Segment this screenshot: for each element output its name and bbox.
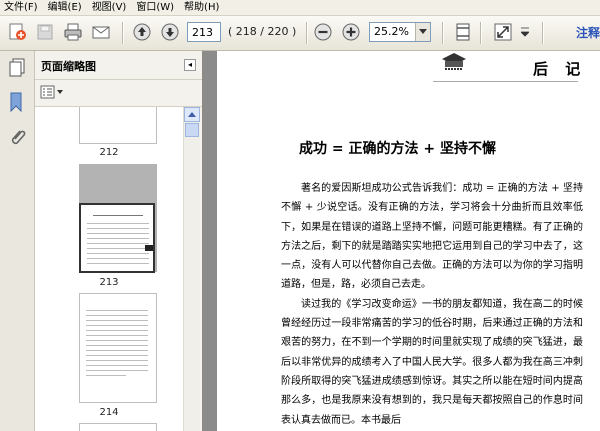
collapse-panel-button[interactable]: ◂ bbox=[184, 59, 196, 71]
thumbnail-page[interactable] bbox=[79, 423, 157, 431]
fit-page-icon bbox=[456, 23, 470, 41]
document-view[interactable]: 后 记 成功 = 正确的方法 + 坚持不懈 著名的爱因斯坦成功公式告诉我们：成功… bbox=[203, 51, 600, 431]
comment-button[interactable]: 注释 bbox=[576, 24, 600, 41]
page-number-input[interactable]: 213 bbox=[187, 22, 221, 42]
previous-page-button[interactable] bbox=[131, 21, 153, 43]
print-button[interactable] bbox=[62, 21, 84, 43]
save-icon bbox=[37, 24, 53, 40]
thumbnail-scrollbar[interactable] bbox=[183, 107, 200, 431]
save-button[interactable] bbox=[34, 21, 56, 43]
page-gutter bbox=[203, 51, 217, 431]
menu-file[interactable]: 文件(F) bbox=[0, 0, 44, 15]
body-text: 著名的爱因斯坦成功公式告诉我们：成功 = 正确的方法 + 坚持不懈 + 少说空话… bbox=[281, 179, 583, 430]
zoom-out-icon bbox=[314, 23, 332, 41]
pages-tab[interactable] bbox=[7, 57, 27, 82]
attachments-tab[interactable] bbox=[8, 127, 26, 152]
scroll-up-button[interactable] bbox=[184, 107, 200, 122]
menu-view[interactable]: 视图(V) bbox=[88, 0, 133, 15]
fit-page-button[interactable] bbox=[452, 21, 474, 43]
thumbnail-label: 214 bbox=[99, 407, 119, 418]
panel-options-row bbox=[35, 80, 202, 107]
zoom-in-button[interactable] bbox=[340, 21, 362, 43]
header-rule bbox=[433, 81, 578, 82]
toolbar-options-button[interactable] bbox=[518, 21, 532, 43]
panel-header: 页面缩略图 ◂ bbox=[35, 51, 202, 80]
arrow-down-icon bbox=[161, 23, 179, 41]
thumbnail-list[interactable]: 212 213 214 bbox=[35, 107, 183, 431]
envelope-icon bbox=[92, 26, 110, 39]
thumbnail-page[interactable] bbox=[79, 293, 157, 403]
create-pdf-button[interactable] bbox=[6, 21, 28, 43]
thumbnail-label: 213 bbox=[99, 277, 119, 288]
expand-icon bbox=[494, 23, 512, 41]
menu-edit[interactable]: 编辑(E) bbox=[44, 0, 88, 15]
zoom-out-button[interactable] bbox=[312, 21, 334, 43]
page-count: ( 218 / 220 ) bbox=[228, 25, 297, 38]
chevron-down-icon[interactable] bbox=[415, 23, 430, 41]
section-heading: 成功 = 正确的方法 + 坚持不懈 bbox=[299, 141, 496, 157]
pages-icon bbox=[9, 58, 25, 77]
paragraph: 著名的爱因斯坦成功公式告诉我们：成功 = 正确的方法 + 坚持不懈 + 少说空话… bbox=[281, 183, 583, 291]
thumbnail-page-selected[interactable] bbox=[79, 203, 155, 273]
thumbnail-label: 212 bbox=[99, 147, 119, 158]
menu-help[interactable]: 帮助(H) bbox=[180, 0, 225, 15]
thumbnail-page[interactable] bbox=[79, 107, 157, 144]
navigation-strip bbox=[0, 51, 35, 431]
paperclip-icon bbox=[11, 130, 26, 145]
create-pdf-icon bbox=[9, 23, 26, 40]
arrow-up-icon bbox=[133, 23, 151, 41]
menu-bar: 文件(F) 编辑(E) 视图(V) 窗口(W) 帮助(H) bbox=[0, 0, 600, 16]
zoom-select[interactable]: 25.2% bbox=[369, 22, 431, 42]
thumbnail-panel: 页面缩略图 ◂ 212 213 214 bbox=[35, 51, 203, 431]
toolbar: 213 ( 218 / 220 ) 25.2% 注释 bbox=[0, 16, 600, 51]
panel-title: 页面缩略图 bbox=[41, 60, 96, 73]
dropdown-arrow-icon bbox=[521, 27, 529, 37]
email-button[interactable] bbox=[90, 21, 112, 43]
emblem-icon bbox=[439, 51, 469, 80]
full-screen-button[interactable] bbox=[492, 21, 514, 43]
resize-handle-icon[interactable] bbox=[145, 245, 153, 251]
scrollbar-thumb[interactable] bbox=[185, 123, 199, 137]
zoom-value: 25.2% bbox=[374, 25, 409, 38]
bookmark-icon bbox=[10, 92, 22, 113]
zoom-in-icon bbox=[342, 23, 360, 41]
bookmarks-tab[interactable] bbox=[8, 91, 24, 116]
options-button[interactable] bbox=[40, 85, 64, 99]
running-header: 后 记 bbox=[533, 60, 587, 78]
next-page-button[interactable] bbox=[159, 21, 181, 43]
menu-window[interactable]: 窗口(W) bbox=[132, 0, 180, 15]
chevron-up-icon bbox=[188, 111, 196, 117]
paragraph: 读过我的《学习改变命运》一书的朋友都知道，我在高二的时候曾经经历过一段非常痛苦的… bbox=[281, 298, 583, 426]
printer-icon bbox=[64, 23, 82, 41]
options-icon bbox=[40, 85, 63, 99]
